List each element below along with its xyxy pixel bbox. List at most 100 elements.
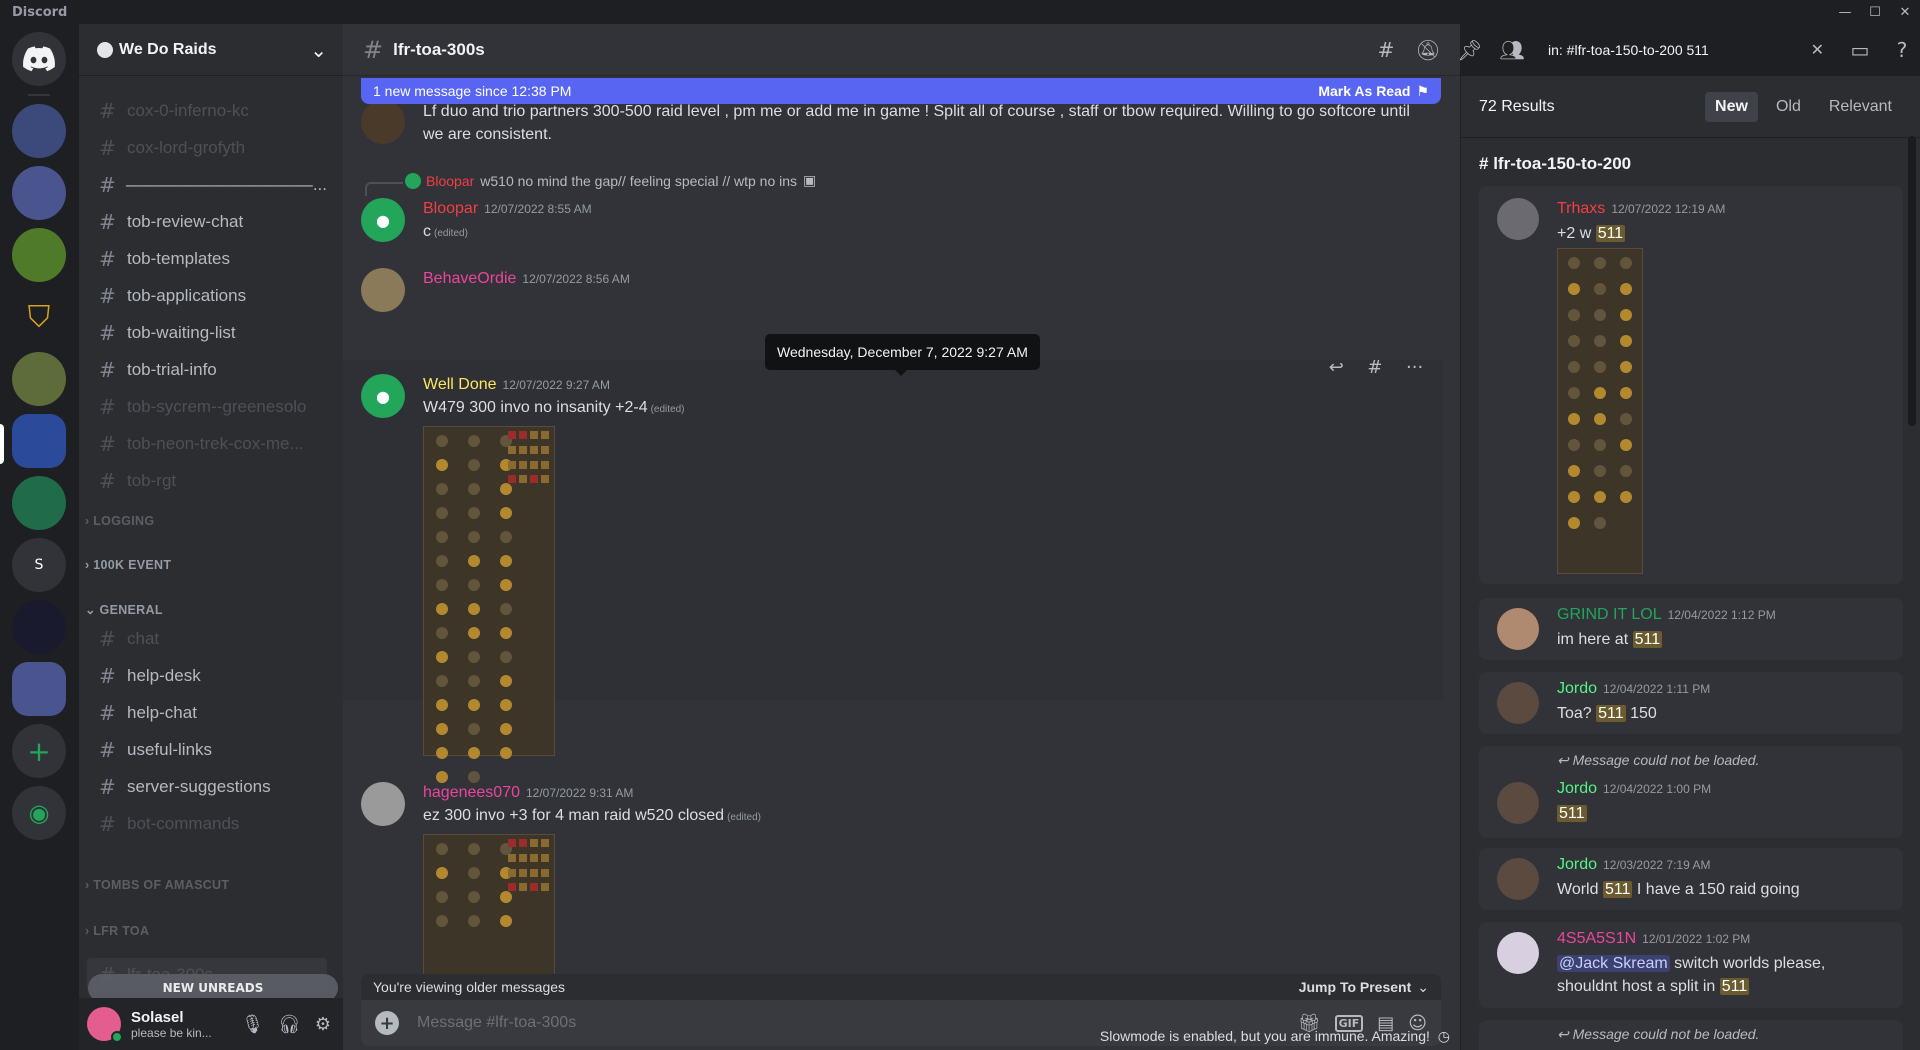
hash-icon: # [99, 432, 116, 456]
mute-bell-icon[interactable]: 🔕︎ [1414, 36, 1442, 64]
result-author[interactable]: 4S5A5S1N [1557, 930, 1636, 947]
microphone-icon[interactable]: 🎙︎ [241, 1014, 264, 1035]
search-input[interactable]: in: #lfr-toa-150-to-200 511 ✕ [1540, 36, 1832, 64]
category-tombs-of-amascut[interactable]: › TOMBS OF AMASCUT [85, 878, 229, 892]
threads-icon[interactable]: # [1372, 36, 1400, 64]
inbox-icon[interactable]: ▭ [1846, 36, 1874, 64]
avatar[interactable] [361, 100, 405, 144]
loot-image-attachment[interactable] [423, 426, 555, 783]
search-result[interactable]: 4S5A5S1N 12/01/2022 1:02 PM @Jack Skream … [1479, 922, 1903, 1008]
search-result[interactable]: Jordo 12/04/2022 1:11 PM Toa? 511 150 [1479, 672, 1903, 734]
gear-icon[interactable]: ⚙ [315, 1014, 331, 1035]
server-icon-5[interactable] [12, 352, 66, 406]
message-author[interactable]: hagenees070 [423, 784, 520, 801]
add-server-button[interactable]: + [12, 724, 66, 778]
channel-item[interactable]: # help-chat [87, 696, 327, 730]
server-icon-2[interactable] [12, 166, 66, 220]
channel-item[interactable]: # server-suggestions [87, 770, 327, 804]
upload-plus-button[interactable]: + [375, 1011, 399, 1035]
pin-icon[interactable]: 📌︎ [1456, 36, 1484, 64]
category-logging[interactable]: › LOGGING [85, 514, 154, 528]
loot-image-attachment[interactable] [1557, 248, 1643, 574]
result-author[interactable]: Jordo [1557, 680, 1597, 697]
channel-item[interactable]: # ———————————... [87, 168, 327, 202]
hash-icon: # [99, 136, 116, 160]
result-channel-heading[interactable]: # lfr-toa-150-to-200 [1479, 154, 1631, 174]
channel-item[interactable]: # tob-sycrem--greenesolo [87, 390, 327, 424]
channel-item[interactable]: # tob-rgt [87, 464, 327, 498]
search-result[interactable]: GRIND IT LOL 12/04/2022 1:12 PM im here a… [1479, 598, 1903, 660]
result-timestamp: 12/01/2022 1:02 PM [1642, 932, 1751, 946]
channel-item[interactable]: # tob-review-chat [87, 205, 327, 239]
jump-to-present-button[interactable]: Jump To Present [1299, 979, 1412, 995]
category-100k-event[interactable]: › 100K EVENT [85, 558, 171, 572]
avatar[interactable] [361, 782, 405, 826]
server-icon-7[interactable] [12, 476, 66, 530]
channel-item[interactable]: # cox-0-inferno-kc [87, 94, 327, 128]
reply-connector [365, 182, 403, 196]
channel-item[interactable]: # chat [87, 622, 327, 656]
channel-item[interactable]: # cox-lord-grofyth [87, 131, 327, 165]
channel-title: lfr-toa-300s [393, 39, 485, 59]
avatar[interactable]: ● [361, 198, 405, 242]
result-author[interactable]: GRIND IT LOL [1557, 606, 1662, 623]
older-messages-bar: You're viewing older messages Jump To Pr… [361, 974, 1441, 1000]
search-result[interactable]: Trhaxs 12/07/2022 12:19 AM +2 w 511 [1479, 186, 1903, 584]
avatar[interactable] [87, 1007, 123, 1043]
user-info[interactable]: Solasel please be kin... [131, 1009, 241, 1040]
server-icon-9[interactable] [12, 600, 66, 654]
channel-item[interactable]: # tob-trial-info [87, 353, 327, 387]
category-lfr-toa[interactable]: › LFR TOA [85, 924, 149, 938]
hash-icon: # [99, 321, 116, 345]
result-author[interactable]: Jordo [1557, 780, 1597, 797]
channel-name: tob-neon-trek-cox-me... [127, 434, 304, 453]
reply-preview[interactable]: Bloopar w510 no mind the gap// feeling s… [405, 172, 816, 189]
results-scrollbar[interactable] [1908, 136, 1916, 426]
search-result[interactable]: ↩ Message could not be loaded. [1479, 1020, 1903, 1050]
home-button[interactable] [12, 32, 66, 86]
message-author[interactable]: BehaveOrdie [423, 270, 516, 287]
search-result[interactable]: ↩ Message could not be loaded. Jordo 12/0… [1479, 746, 1903, 838]
result-author[interactable]: Jordo [1557, 856, 1597, 873]
edited-tag: (edited) [650, 404, 685, 415]
mark-as-read-button[interactable]: Mark As Read [1318, 83, 1410, 99]
message-author[interactable]: Bloopar [423, 200, 478, 217]
channel-item[interactable]: # bot-commands [87, 807, 327, 841]
headphones-icon[interactable]: 🎧︎ [278, 1014, 301, 1035]
channel-item[interactable]: # help-desk [87, 659, 327, 693]
message-author[interactable]: Well Done [423, 376, 497, 393]
tab-old[interactable]: Old [1766, 92, 1811, 122]
tab-relevant[interactable]: Relevant [1819, 92, 1902, 122]
user-mention[interactable]: @Jack Skream [1557, 955, 1670, 972]
server-rail: ⛉ S + ◉ [0, 24, 79, 1050]
loot-image-attachment[interactable] [423, 834, 555, 974]
search-highlight: 511 [1557, 805, 1587, 822]
maximize-icon[interactable]: ☐ [1860, 0, 1890, 24]
channel-item[interactable]: # tob-waiting-list [87, 316, 327, 350]
minimize-icon[interactable]: — [1830, 0, 1860, 24]
tab-new[interactable]: New [1705, 91, 1758, 122]
explore-servers-button[interactable]: ◉ [12, 786, 66, 840]
search-result[interactable]: Jordo 12/03/2022 7:19 AM World 511 I have… [1479, 848, 1903, 910]
close-window-icon[interactable]: ✕ [1890, 0, 1920, 24]
help-icon[interactable]: ? [1888, 36, 1916, 64]
server-icon-1[interactable] [12, 104, 66, 158]
new-messages-bar[interactable]: 1 new message since 12:38 PM Mark As Rea… [361, 78, 1441, 104]
category-general[interactable]: ⌄ GENERAL [85, 602, 163, 617]
channel-item[interactable]: # useful-links [87, 733, 327, 767]
channel-item[interactable]: # tob-applications [87, 279, 327, 313]
avatar[interactable] [361, 268, 405, 312]
avatar[interactable]: ● [361, 374, 405, 418]
server-icon-4[interactable]: ⛉ [12, 290, 66, 344]
clear-search-icon[interactable]: ✕ [1811, 40, 1824, 60]
server-icon-10[interactable] [12, 662, 66, 716]
channel-item[interactable]: # tob-templates [87, 242, 327, 276]
channel-item[interactable]: # tob-neon-trek-cox-me... [87, 427, 327, 461]
guild-header[interactable]: We Do Raids ⌄ [79, 24, 343, 76]
server-icon-s[interactable]: S [12, 538, 66, 592]
members-icon[interactable]: 👥︎ [1498, 36, 1526, 64]
compass-icon: ◉ [28, 799, 50, 827]
result-author[interactable]: Trhaxs [1557, 200, 1605, 217]
server-icon-3[interactable] [12, 228, 66, 282]
server-icon-we-do-raids[interactable] [12, 414, 66, 468]
